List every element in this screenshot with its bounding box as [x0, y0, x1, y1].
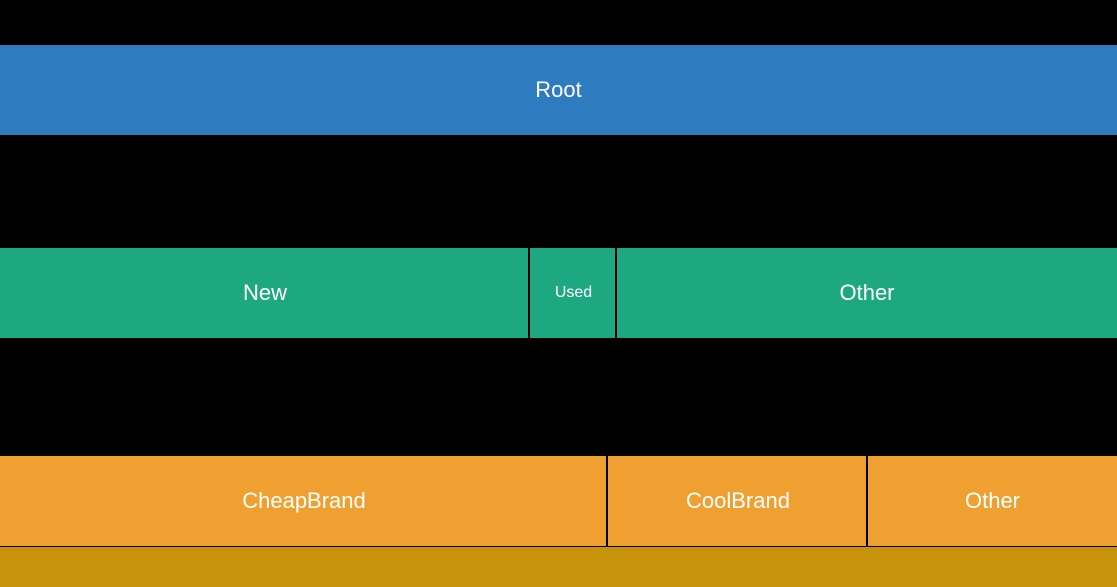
teal-divider-2	[615, 248, 617, 338]
root-label: Root	[535, 77, 581, 103]
used-label: Used	[555, 284, 592, 302]
new-node: New	[0, 248, 530, 338]
other-bottom-label: Other	[965, 488, 1020, 514]
orange-divider-1	[606, 456, 608, 546]
bottom-bar	[0, 547, 1117, 587]
other-bottom-node: Other	[868, 456, 1117, 546]
new-label: New	[243, 280, 287, 306]
root-node: Root	[0, 45, 1117, 135]
coolbrand-label: CoolBrand	[686, 488, 790, 514]
orange-divider-2	[866, 456, 868, 546]
coolbrand-node: CoolBrand	[608, 456, 868, 546]
other-mid-node: Other	[617, 248, 1117, 338]
cheapbrand-node: CheapBrand	[0, 456, 608, 546]
other-mid-label: Other	[839, 280, 894, 306]
used-node: Used	[530, 248, 617, 338]
cheapbrand-label: CheapBrand	[242, 488, 366, 514]
teal-divider-1	[528, 248, 530, 338]
